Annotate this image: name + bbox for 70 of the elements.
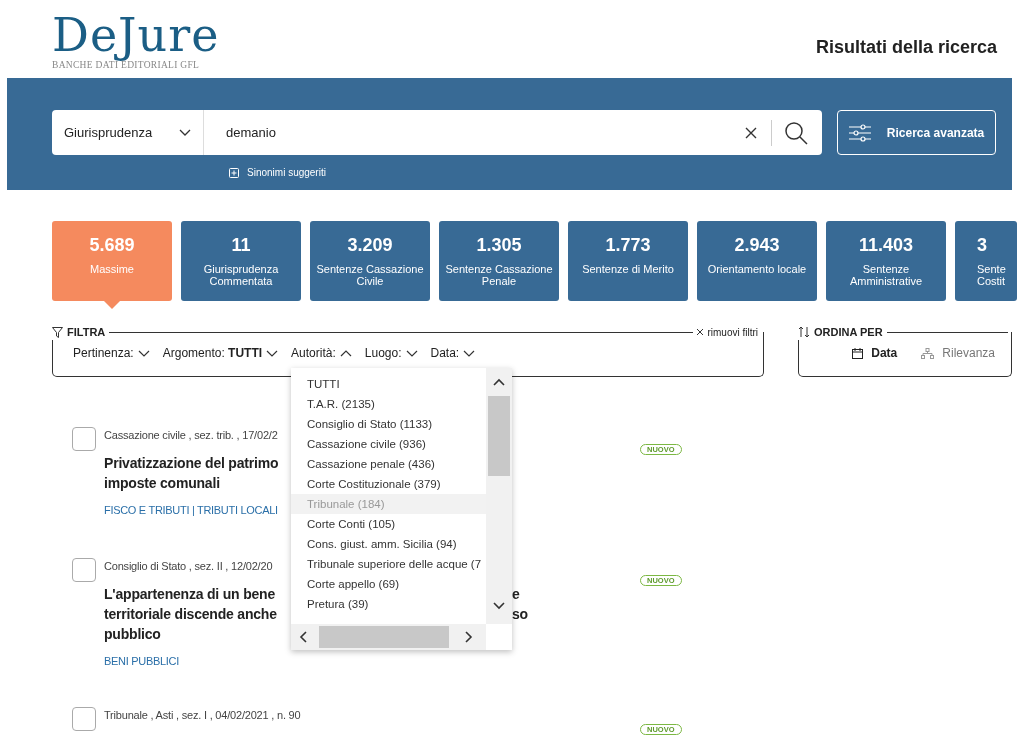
category-tab[interactable]: 3 Sente Costit xyxy=(955,221,1017,301)
result-title[interactable]: e xyxy=(512,583,520,604)
chevron-down-icon xyxy=(179,128,191,137)
hierarchy-icon xyxy=(921,347,935,359)
category-tab[interactable]: 1.773 Sentenze di Merito xyxy=(568,221,688,301)
chevron-up-icon[interactable] xyxy=(493,378,505,386)
dropdown-option[interactable]: Cons. giust. amm. Sicilia (94) xyxy=(291,534,486,554)
result-checkbox[interactable] xyxy=(72,707,96,731)
vertical-scrollbar[interactable] xyxy=(486,368,512,624)
page-title: Risultati della ricerca xyxy=(815,36,997,59)
search-input[interactable]: demanio xyxy=(204,122,746,143)
chevron-right-icon[interactable] xyxy=(465,631,473,643)
chevron-left-icon[interactable] xyxy=(299,631,307,643)
dropdown-option[interactable]: Corte Costituzionale (379) xyxy=(291,474,486,494)
calendar-icon xyxy=(852,347,864,359)
result-source: Cassazione civile , sez. trib. , 17/02/2 xyxy=(104,428,278,443)
sort-option[interactable]: Data xyxy=(852,344,898,362)
filter-dropdown[interactable]: Luogo: xyxy=(364,344,418,362)
sliders-icon xyxy=(848,123,871,142)
category-tab[interactable]: 11 Giurisprudenza Commentata xyxy=(181,221,301,301)
dropdown-option[interactable]: Cassazione civile (936) xyxy=(291,434,486,454)
result-title[interactable]: imposte comunali xyxy=(104,472,290,493)
horizontal-scrollbar[interactable] xyxy=(291,624,486,650)
result-source: Tribunale , Asti , sez. I , 04/02/2021 , n. 90 xyxy=(104,708,301,723)
result-title[interactable]: so xyxy=(512,603,528,624)
funnel-icon xyxy=(52,326,63,338)
dropdown-option[interactable]: Corte Conti (105) xyxy=(291,514,486,534)
result-title[interactable]: territoriale discende anche xyxy=(104,603,290,624)
chevron-down-icon xyxy=(266,349,279,357)
sort-option[interactable]: Rilevanza xyxy=(921,344,995,362)
filter-dropdown[interactable]: Autorità: xyxy=(291,344,352,362)
close-icon xyxy=(697,329,704,335)
tab-pointer xyxy=(104,301,120,309)
logo-tagline: BANCHE DATI EDITORIALI GFL xyxy=(52,60,200,72)
dropdown-option[interactable]: Corte appello (69) xyxy=(291,574,486,594)
sort-arrows-icon xyxy=(798,326,810,338)
chevron-down-icon xyxy=(137,349,150,357)
category-tab[interactable]: 3.209 Sentenze Cassazione Civile xyxy=(310,221,430,301)
category-tab[interactable]: 1.305 Sentenze Cassazione Penale xyxy=(439,221,559,301)
result-source: Consiglio di Stato , sez. II , 12/02/20 xyxy=(104,559,273,574)
chevron-down-icon[interactable] xyxy=(493,602,505,610)
dropdown-option[interactable]: Consiglio di Stato (1133) xyxy=(291,414,486,434)
sort-title: ORDINA PER xyxy=(814,324,883,340)
category-tab[interactable]: 11.403 Sentenze Amministrative xyxy=(826,221,946,301)
category-select[interactable]: Giurisprudenza xyxy=(52,110,204,155)
clear-icon[interactable] xyxy=(745,126,758,139)
filter-title: FILTRA xyxy=(67,324,106,340)
filter-dropdown[interactable]: Argomento: TUTTI xyxy=(162,344,279,362)
filter-dropdown[interactable]: Pertinenza: xyxy=(73,344,150,362)
search-icon[interactable] xyxy=(784,120,809,145)
category-tab[interactable]: 2.943 Orientamento locale xyxy=(697,221,817,301)
synonyms-link[interactable]: Sinonimi suggeriti xyxy=(229,165,326,180)
dropdown-option[interactable]: Cassazione penale (436) xyxy=(291,454,486,474)
dropdown-option[interactable]: Pretura (39) xyxy=(291,594,486,614)
chevron-up-icon xyxy=(339,349,352,357)
result-tags[interactable]: BENI PUBBLICI xyxy=(104,652,179,669)
result-checkbox[interactable] xyxy=(72,558,96,582)
result-title[interactable]: pubblico xyxy=(104,623,290,644)
dropdown-option[interactable]: Tribunale superiore delle acque (7 xyxy=(291,554,486,574)
chevron-down-icon xyxy=(405,349,418,357)
result-title[interactable]: Privatizzazione del patrimo xyxy=(104,452,290,473)
plus-box-icon xyxy=(229,167,239,178)
result-checkbox[interactable] xyxy=(72,427,96,451)
dropdown-option[interactable]: TUTTI xyxy=(291,374,486,394)
result-tags[interactable]: FISCO E TRIBUTI | TRIBUTI LOCALI xyxy=(104,501,278,518)
filter-dropdown[interactable]: Data: xyxy=(430,344,476,362)
result-title[interactable]: L'appartenenza di un bene xyxy=(104,583,290,604)
advanced-search-button[interactable]: Ricerca avanzata xyxy=(837,110,996,155)
chevron-down-icon xyxy=(463,349,476,357)
dropdown-option[interactable]: T.A.R. (2135) xyxy=(291,394,486,414)
